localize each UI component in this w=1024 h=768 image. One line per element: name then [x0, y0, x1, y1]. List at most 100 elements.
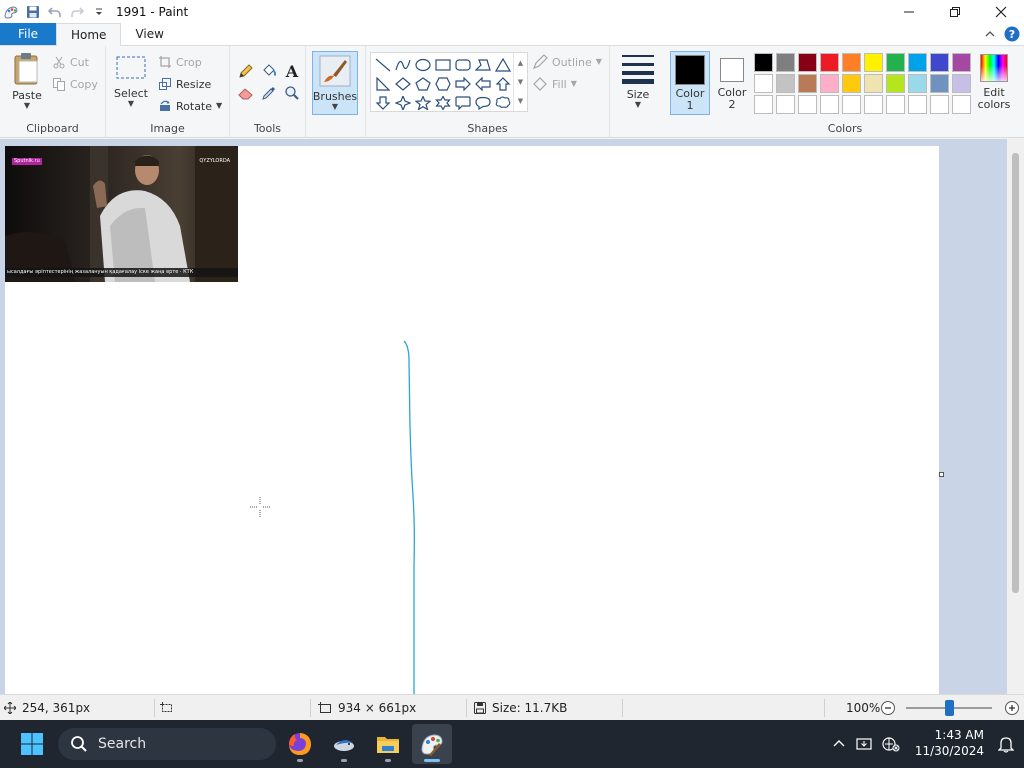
palette-swatch[interactable] — [776, 53, 795, 72]
text-tool-icon[interactable]: A — [280, 60, 303, 82]
rotate-button[interactable]: Rotate ▼ — [158, 96, 222, 116]
palette-swatch[interactable] — [820, 74, 839, 93]
cloud-callout-shape-icon[interactable] — [493, 93, 513, 112]
palette-swatch[interactable] — [952, 74, 971, 93]
line-shape-icon[interactable] — [373, 55, 393, 74]
customize-toolbar-icon[interactable] — [88, 1, 110, 23]
diamond-shape-icon[interactable] — [393, 74, 413, 93]
tab-file[interactable]: File — [0, 23, 56, 45]
palette-swatch[interactable] — [842, 53, 861, 72]
shapes-scroll-down-icon[interactable]: ▼ — [518, 78, 523, 86]
rounded-rectangle-shape-icon[interactable] — [453, 55, 473, 74]
color2-button[interactable]: Color 2 — [712, 51, 752, 115]
tab-view[interactable]: View — [121, 23, 177, 45]
palette-swatch[interactable] — [930, 74, 949, 93]
palette-swatch[interactable] — [776, 95, 795, 114]
zoom-slider[interactable] — [906, 695, 994, 721]
firefox-taskbar-button[interactable] — [280, 724, 320, 764]
left-arrow-shape-icon[interactable] — [473, 74, 493, 93]
palette-swatch[interactable] — [864, 74, 883, 93]
palette-swatch[interactable] — [864, 95, 883, 114]
select-button[interactable]: Select ▼ — [112, 54, 150, 108]
oval-shape-icon[interactable] — [413, 55, 433, 74]
brushes-button[interactable]: Brushes ▼ — [312, 51, 358, 115]
palette-swatch[interactable] — [798, 74, 817, 93]
start-button[interactable] — [12, 724, 52, 764]
palette-swatch[interactable] — [886, 53, 905, 72]
taskbar-search[interactable]: Search — [58, 728, 276, 760]
palette-swatch[interactable] — [754, 74, 773, 93]
size-button[interactable]: Size ▼ — [618, 54, 658, 109]
four-point-star-shape-icon[interactable] — [393, 93, 413, 112]
right-arrow-shape-icon[interactable] — [453, 74, 473, 93]
palette-swatch[interactable] — [886, 95, 905, 114]
show-hidden-icons-button[interactable] — [828, 738, 850, 750]
palette-swatch[interactable] — [754, 95, 773, 114]
color1-button[interactable]: Color 1 — [670, 51, 710, 115]
shapes-scroll[interactable]: ▲ ▼ ▼ — [513, 53, 527, 111]
palette-swatch[interactable] — [886, 74, 905, 93]
pencil-icon[interactable] — [234, 60, 257, 82]
curve-shape-icon[interactable] — [393, 55, 413, 74]
palette-swatch[interactable] — [908, 74, 927, 93]
palette-swatch[interactable] — [820, 95, 839, 114]
minimize-button[interactable] — [886, 0, 932, 24]
cut-button[interactable]: Cut — [52, 52, 89, 72]
palette-swatch[interactable] — [754, 53, 773, 72]
palette-swatch[interactable] — [864, 53, 883, 72]
zoom-slider-track[interactable] — [906, 700, 992, 716]
zoom-in-button[interactable] — [1004, 695, 1020, 721]
save-icon[interactable] — [22, 1, 44, 23]
polygon-shape-icon[interactable] — [473, 55, 493, 74]
hexagon-shape-icon[interactable] — [433, 74, 453, 93]
six-point-star-shape-icon[interactable] — [433, 93, 453, 112]
taskbar-clock[interactable]: 1:43 AM 11/30/2024 — [915, 727, 984, 759]
fill-button[interactable]: Fill ▼ — [532, 74, 577, 94]
redo-icon[interactable] — [66, 1, 88, 23]
palette-swatch[interactable] — [842, 95, 861, 114]
palette-swatch[interactable] — [908, 95, 927, 114]
edit-colors-button[interactable]: Edit colors — [972, 54, 1016, 111]
fill-bucket-icon[interactable] — [257, 60, 280, 82]
palette-swatch[interactable] — [798, 53, 817, 72]
up-arrow-shape-icon[interactable] — [493, 74, 513, 93]
eraser-icon[interactable] — [234, 82, 257, 104]
color-picker-icon[interactable] — [257, 82, 280, 104]
shapes-scroll-up-icon[interactable]: ▲ — [518, 59, 523, 67]
magnifier-icon[interactable] — [280, 82, 303, 104]
palette-swatch[interactable] — [820, 53, 839, 72]
drawing-canvas[interactable]: Sputnik.ru QYZYLORDA ысалдағы әріптестер… — [5, 146, 939, 694]
maximize-button[interactable] — [932, 0, 978, 24]
paste-button[interactable]: Paste ▼ — [8, 52, 46, 110]
five-point-star-shape-icon[interactable] — [413, 93, 433, 112]
canvas-resize-handle-right[interactable] — [939, 472, 944, 477]
screen-capture-tray-button[interactable] — [850, 736, 878, 752]
rounded-callout-shape-icon[interactable] — [453, 93, 473, 112]
triangle-shape-icon[interactable] — [493, 55, 513, 74]
rectangle-shape-icon[interactable] — [433, 55, 453, 74]
copy-button[interactable]: Copy — [52, 74, 98, 94]
crop-button[interactable]: Crop — [158, 52, 202, 72]
shapes-expand-icon[interactable]: ▼ — [518, 97, 523, 105]
vertical-scrollbar[interactable] — [1007, 139, 1024, 694]
palette-swatch[interactable] — [798, 95, 817, 114]
palette-swatch[interactable] — [930, 95, 949, 114]
outline-button[interactable]: Outline ▼ — [532, 52, 602, 72]
palette-swatch[interactable] — [952, 95, 971, 114]
palette-swatch[interactable] — [952, 53, 971, 72]
tab-home[interactable]: Home — [56, 23, 122, 46]
right-triangle-shape-icon[interactable] — [373, 74, 393, 93]
notifications-button[interactable] — [997, 735, 1015, 756]
palette-swatch[interactable] — [908, 53, 927, 72]
help-icon[interactable]: ? — [1004, 26, 1020, 42]
oval-callout-shape-icon[interactable] — [473, 93, 493, 112]
resize-button[interactable]: Resize — [158, 74, 211, 94]
pentagon-shape-icon[interactable] — [413, 74, 433, 93]
collapse-ribbon-icon[interactable] — [984, 28, 996, 40]
undo-icon[interactable] — [44, 1, 66, 23]
palette-swatch[interactable] — [842, 74, 861, 93]
network-tray-button[interactable] — [878, 736, 904, 752]
palette-swatch[interactable] — [776, 74, 795, 93]
zoom-slider-thumb[interactable] — [944, 700, 954, 716]
down-arrow-shape-icon[interactable] — [373, 93, 393, 112]
